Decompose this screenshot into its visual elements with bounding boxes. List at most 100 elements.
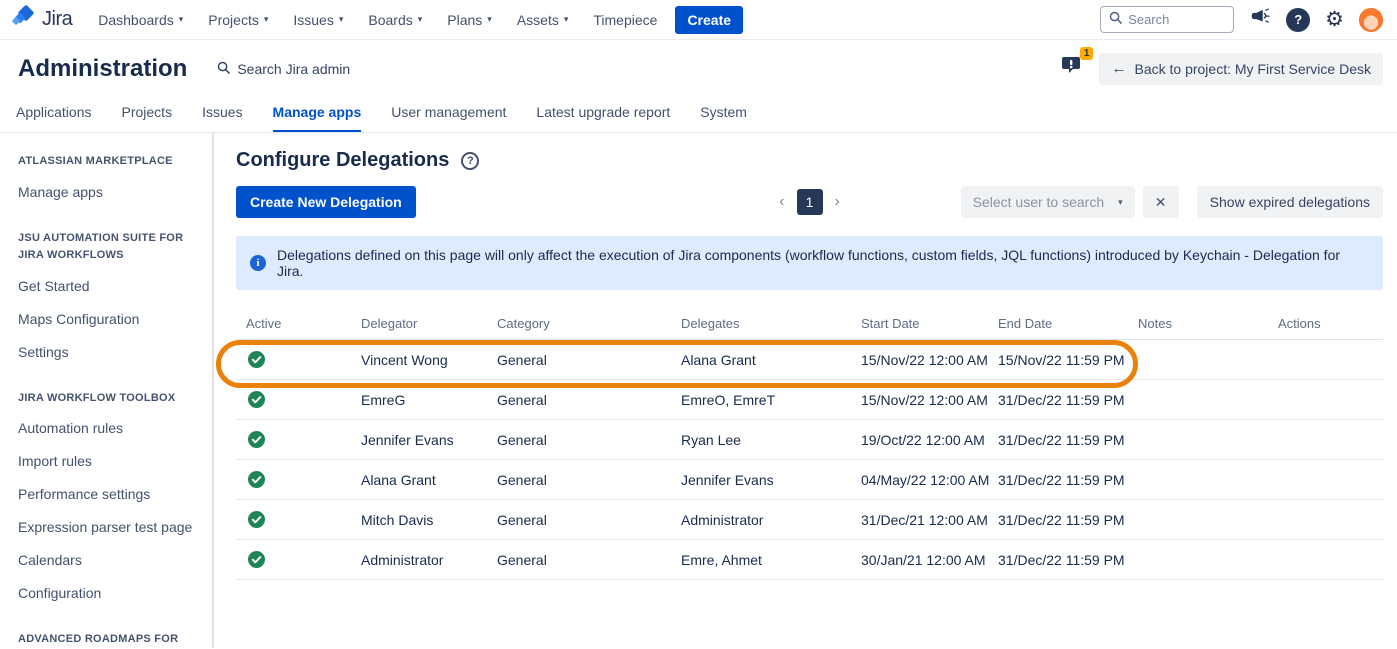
nav-plans[interactable]: Plans▾ — [447, 12, 492, 28]
nav-assets[interactable]: Assets▾ — [517, 12, 569, 28]
column-header-start-date: Start Date — [851, 316, 988, 331]
sidebar-item-settings[interactable]: Settings — [18, 343, 196, 362]
cell-start-date: 31/Dec/21 12:00 AM — [851, 512, 988, 528]
nav-projects[interactable]: Projects▾ — [208, 12, 268, 28]
column-header-delegator: Delegator — [351, 316, 487, 331]
chevron-down-icon: ▾ — [1118, 197, 1123, 208]
sidebar-item-expression-parser[interactable]: Expression parser test page — [18, 518, 196, 537]
user-search-select[interactable]: Select user to search ▾ — [961, 186, 1135, 218]
sidebar-item-get-started[interactable]: Get Started — [18, 277, 196, 296]
clear-filter-button[interactable]: ✕ — [1143, 186, 1179, 218]
search-icon — [217, 61, 230, 77]
admin-search[interactable]: Search Jira admin — [217, 61, 350, 77]
sidebar-item-maps-configuration[interactable]: Maps Configuration — [18, 310, 196, 329]
cell-delegator: EmreG — [351, 392, 487, 408]
cell-end-date: 31/Dec/22 11:59 PM — [988, 512, 1128, 528]
cell-delegates: Administrator — [671, 512, 851, 528]
cell-category: General — [487, 392, 671, 408]
column-header-category: Category — [487, 316, 671, 331]
cell-delegator: Administrator — [351, 552, 487, 568]
gear-icon[interactable]: ⚙ — [1325, 9, 1344, 30]
cell-delegator: Jennifer Evans — [351, 432, 487, 448]
pagination-next-icon[interactable]: › — [835, 194, 840, 210]
table-row: Alana Grant General Jennifer Evans 04/Ma… — [236, 460, 1383, 500]
cell-category: General — [487, 552, 671, 568]
tab-issues[interactable]: Issues — [202, 104, 242, 132]
column-header-delegates: Delegates — [671, 316, 851, 331]
nav-boards[interactable]: Boards▾ — [368, 12, 422, 28]
cell-start-date: 15/Nov/22 12:00 AM — [851, 352, 988, 368]
help-icon[interactable]: ? — [461, 152, 479, 170]
megaphone-icon[interactable] — [1249, 7, 1271, 32]
table-row: Vincent Wong General Alana Grant 15/Nov/… — [236, 340, 1383, 380]
sidebar-item-manage-apps[interactable]: Manage apps — [18, 183, 196, 202]
jira-logo-icon — [12, 5, 36, 34]
info-icon: i — [250, 255, 266, 271]
tab-user-management[interactable]: User management — [391, 104, 506, 132]
jira-logo[interactable]: Jira — [12, 5, 72, 34]
cell-start-date: 30/Jan/21 12:00 AM — [851, 552, 988, 568]
active-check-icon — [236, 431, 351, 448]
pagination-prev-icon[interactable]: ‹ — [779, 194, 784, 210]
chevron-down-icon: ▾ — [179, 14, 184, 25]
create-new-delegation-button[interactable]: Create New Delegation — [236, 186, 416, 218]
column-header-end-date: End Date — [988, 316, 1128, 331]
nav-timepiece[interactable]: Timepiece — [593, 12, 657, 28]
admin-header: Administration Search Jira admin 1 ← Bac… — [0, 40, 1397, 97]
cell-category: General — [487, 512, 671, 528]
chevron-down-icon: ▾ — [418, 14, 423, 25]
cell-delegator: Vincent Wong — [351, 352, 487, 368]
tab-applications[interactable]: Applications — [16, 104, 92, 132]
cell-end-date: 31/Dec/22 11:59 PM — [988, 552, 1128, 568]
pagination-current-page[interactable]: 1 — [797, 189, 823, 215]
sidebar-item-calendars[interactable]: Calendars — [18, 551, 196, 570]
global-search-input[interactable] — [1100, 6, 1234, 33]
tab-latest-upgrade-report[interactable]: Latest upgrade report — [536, 104, 670, 132]
sidebar-heading-jsu: JSU AUTOMATION SUITE FOR JIRA WORKFLOWS — [18, 230, 196, 265]
admin-search-label: Search Jira admin — [237, 61, 350, 77]
sidebar-item-performance-settings[interactable]: Performance settings — [18, 485, 196, 504]
active-check-icon — [236, 391, 351, 408]
sidebar-item-import-rules[interactable]: Import rules — [18, 452, 196, 471]
active-check-icon — [236, 511, 351, 528]
info-banner-text: Delegations defined on this page will on… — [277, 247, 1369, 279]
info-banner: i Delegations defined on this page will … — [236, 236, 1383, 290]
sidebar-item-configuration[interactable]: Configuration — [18, 584, 196, 603]
user-avatar[interactable] — [1359, 8, 1383, 32]
back-to-project-button[interactable]: ← Back to project: My First Service Desk — [1099, 53, 1383, 85]
table-row: EmreG General EmreO, EmreT 15/Nov/22 12:… — [236, 380, 1383, 420]
nav-issues[interactable]: Issues▾ — [293, 12, 343, 28]
search-icon — [1109, 11, 1122, 29]
tab-projects[interactable]: Projects — [122, 104, 173, 132]
cell-end-date: 31/Dec/22 11:59 PM — [988, 432, 1128, 448]
cell-end-date: 15/Nov/22 11:59 PM — [988, 352, 1128, 368]
nav-dashboards[interactable]: Dashboards▾ — [98, 12, 183, 28]
notification-badge: 1 — [1080, 47, 1094, 60]
cell-start-date: 15/Nov/22 12:00 AM — [851, 392, 988, 408]
feedback-bubble-icon[interactable]: 1 — [1061, 54, 1087, 83]
help-icon[interactable]: ? — [1286, 8, 1310, 32]
active-check-icon — [236, 471, 351, 488]
page-title: Configure Delegations — [236, 149, 449, 172]
cell-delegator: Mitch Davis — [351, 512, 487, 528]
main-menu: Dashboards▾ Projects▾ Issues▾ Boards▾ Pl… — [98, 12, 657, 28]
sidebar-item-automation-rules[interactable]: Automation rules — [18, 419, 196, 438]
cell-delegates: EmreO, EmreT — [671, 392, 851, 408]
column-header-notes: Notes — [1128, 316, 1268, 331]
tab-manage-apps[interactable]: Manage apps — [273, 104, 362, 132]
cell-delegates: Alana Grant — [671, 352, 851, 368]
table-header-row: Active Delegator Category Delegates Star… — [236, 316, 1383, 340]
active-check-icon — [236, 351, 351, 368]
cell-start-date: 04/May/22 12:00 AM — [851, 472, 988, 488]
chevron-down-icon: ▾ — [339, 14, 344, 25]
sidebar-heading-workflow-toolbox: JIRA WORKFLOW TOOLBOX — [18, 390, 196, 408]
chevron-down-icon: ▾ — [264, 14, 269, 25]
show-expired-delegations-button[interactable]: Show expired delegations — [1197, 186, 1383, 218]
cell-category: General — [487, 472, 671, 488]
admin-sidebar: ATLASSIAN MARKETPLACE Manage apps JSU AU… — [0, 133, 214, 648]
global-search-field[interactable] — [1128, 12, 1218, 27]
cell-delegates: Emre, Ahmet — [671, 552, 851, 568]
top-navigation: Jira Dashboards▾ Projects▾ Issues▾ Board… — [0, 0, 1397, 40]
create-button[interactable]: Create — [675, 6, 743, 34]
tab-system[interactable]: System — [700, 104, 747, 132]
